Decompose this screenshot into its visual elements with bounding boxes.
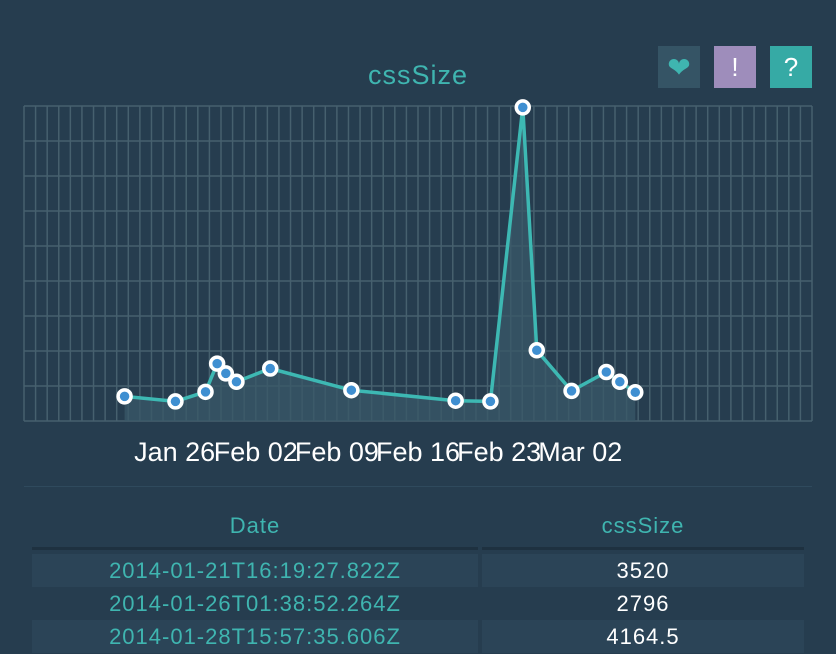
data-point — [447, 392, 464, 409]
section-divider — [24, 486, 812, 487]
data-point — [167, 393, 184, 410]
data-point — [343, 381, 360, 399]
data-point — [627, 384, 644, 401]
date-cell: 2014-01-26T01:38:52.264Z — [109, 590, 401, 616]
table-row: 2014-01-21T16:19:27.822Z 3520 — [32, 554, 804, 587]
data-point — [116, 388, 133, 405]
data-point — [563, 382, 580, 400]
data-point — [197, 383, 214, 401]
chart-grid — [23, 105, 813, 422]
column-header-csssize[interactable]: cssSize — [482, 505, 804, 550]
value-cell: 3520 — [482, 554, 804, 587]
x-tick-label: Feb 16 — [376, 437, 460, 467]
date-cell: 2014-01-21T16:19:27.822Z — [32, 554, 478, 587]
data-point — [611, 373, 629, 391]
x-axis-ticks: Jan 26Feb 02Feb 09Feb 16Feb 23Mar 02 — [134, 437, 622, 467]
data-point — [482, 393, 499, 410]
x-tick-label: Feb 02 — [214, 437, 298, 467]
data-table: Date cssSize 2014-01-21T16:19:27.822Z 35… — [28, 505, 808, 653]
chart-line-layer — [124, 105, 637, 404]
series-line — [124, 105, 637, 404]
x-tick-label: Jan 26 — [134, 437, 215, 467]
data-point — [262, 360, 279, 377]
table-row: 2014-01-26T01:38:52.264Z 2796 — [32, 587, 804, 620]
data-point — [514, 99, 532, 116]
chart-points-layer — [116, 99, 644, 410]
data-point — [228, 373, 245, 391]
x-tick-label: Mar 02 — [538, 437, 622, 467]
column-header-date[interactable]: Date — [32, 505, 478, 550]
value-cell: 2796 — [616, 590, 670, 616]
data-point — [598, 363, 615, 381]
value-cell: 4164.5 — [482, 620, 804, 653]
chart-svg: Jan 26Feb 02Feb 09Feb 16Feb 23Mar 02 — [23, 99, 813, 467]
table-row: 2014-01-28T15:57:35.606Z 4164.5 — [32, 620, 804, 653]
data-point — [528, 342, 546, 359]
date-cell: 2014-01-28T15:57:35.606Z — [32, 620, 478, 653]
x-tick-label: Feb 23 — [457, 437, 541, 467]
x-tick-label: Feb 09 — [295, 437, 379, 467]
